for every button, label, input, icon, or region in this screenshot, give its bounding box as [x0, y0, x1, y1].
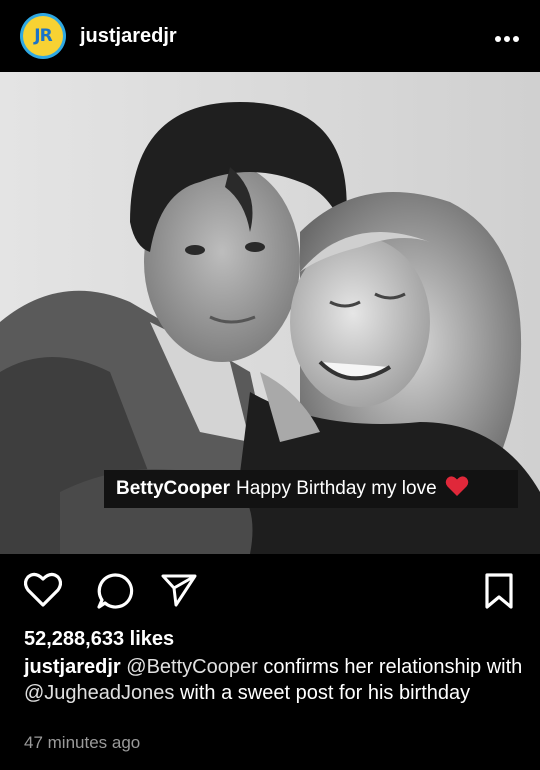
- post-caption: justjaredjr @BettyCooper confirms her re…: [24, 654, 524, 706]
- avatar-logo: JR: [23, 16, 63, 56]
- send-icon[interactable]: [160, 572, 198, 613]
- mention-link[interactable]: @JugheadJones: [24, 682, 174, 704]
- avatar-logo-text: JR: [34, 26, 52, 46]
- avatar[interactable]: JR: [20, 13, 66, 59]
- heart-icon[interactable]: [23, 572, 63, 613]
- comment-icon[interactable]: [96, 572, 134, 615]
- post-username[interactable]: justjaredjr: [80, 25, 177, 48]
- story-text-overlay: BettyCooper Happy Birthday my love: [104, 470, 518, 508]
- post-photo[interactable]: BettyCooper Happy Birthday my love: [0, 72, 540, 554]
- mention-link[interactable]: @BettyCooper: [126, 656, 257, 678]
- likes-count[interactable]: 52,288,633 likes: [24, 628, 174, 651]
- overlay-text: Happy Birthday my love: [236, 478, 437, 499]
- caption-text: confirms her relationship with: [263, 656, 523, 678]
- post-timestamp: 47 minutes ago: [24, 733, 141, 752]
- heart-emoji-icon: [445, 475, 469, 503]
- action-bar: [0, 564, 540, 618]
- caption-text: with a sweet post for his birthday: [179, 682, 471, 704]
- post-header: JR justjaredjr: [0, 0, 540, 72]
- overlay-username: BettyCooper: [116, 478, 231, 499]
- bookmark-icon[interactable]: [484, 572, 514, 615]
- caption-username[interactable]: justjaredjr: [24, 656, 121, 678]
- more-horizontal-icon[interactable]: [494, 23, 520, 49]
